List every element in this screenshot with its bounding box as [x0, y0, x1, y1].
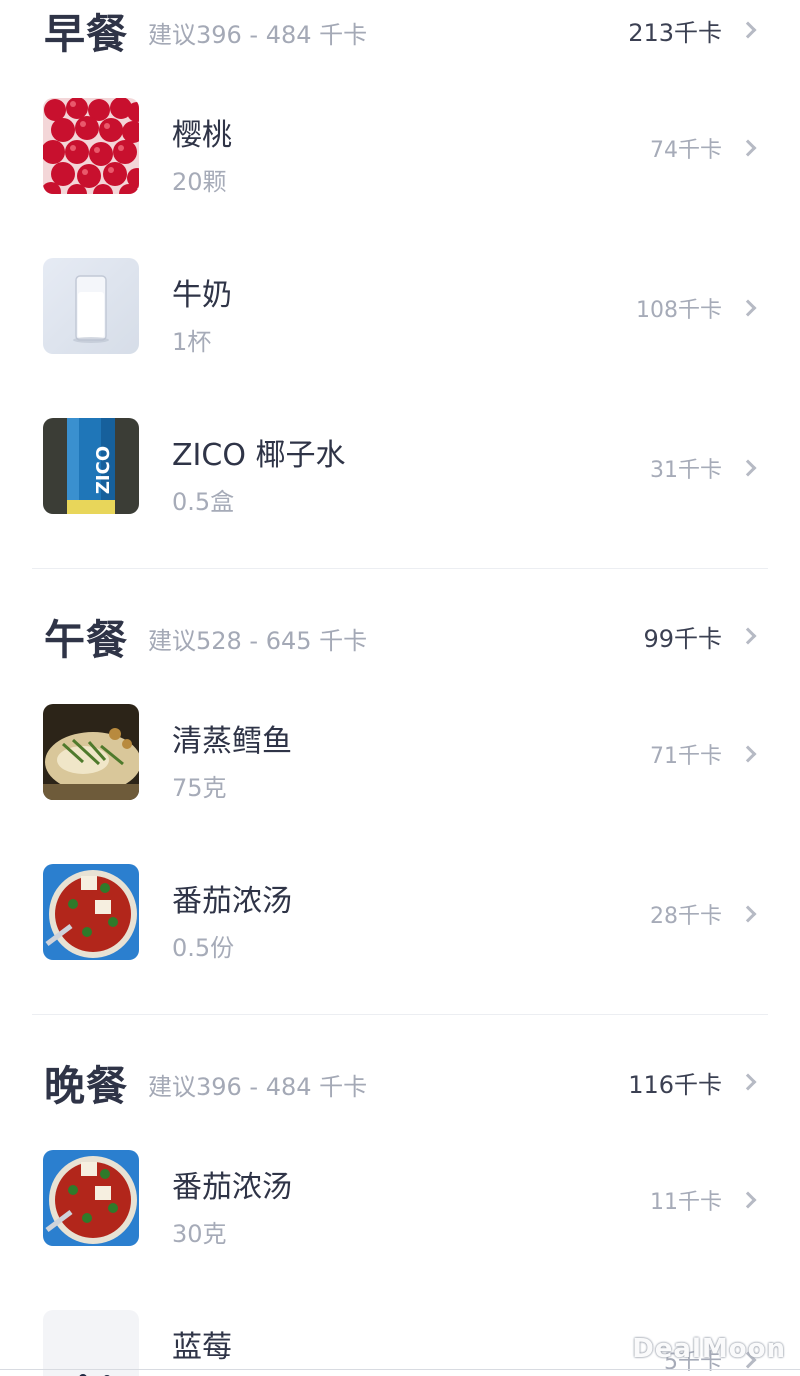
chevron-right-icon: [739, 1073, 757, 1091]
cherries-image: [43, 98, 139, 194]
food-calories: 31千卡: [650, 452, 760, 484]
section-divider: [32, 568, 768, 569]
food-name: 樱桃: [172, 118, 232, 153]
chevron-right-icon: [739, 21, 757, 39]
food-quantity: 0.5盒: [172, 488, 235, 516]
meal-title: 晚餐: [44, 1062, 128, 1110]
chevron-right-icon: [739, 1191, 757, 1209]
food-calories: 28千卡: [650, 898, 760, 930]
svg-text:ZICO: ZICO: [93, 446, 114, 494]
list-item[interactable]: ZICO ZICO 椰子水 0.5盒 31千卡: [0, 400, 800, 520]
food-calories: 74千卡: [650, 132, 760, 164]
chevron-right-icon: [739, 459, 757, 477]
tomato-soup-image: [43, 1150, 139, 1246]
meal-log-page: 早餐 建议396 - 484 千卡 213千卡 樱桃 20颗 74千卡 牛奶 1…: [0, 0, 800, 1376]
food-quantity: 1杯: [172, 328, 212, 356]
coconut-water-carton-image: ZICO: [43, 418, 139, 514]
milk-glass-image: [43, 258, 139, 354]
blueberries-image: [43, 1310, 139, 1376]
list-item[interactable]: 清蒸鳕鱼 75克 71千卡: [0, 686, 800, 806]
list-item[interactable]: 番茄浓汤 0.5份 28千卡: [0, 846, 800, 966]
food-quantity: 30克: [172, 1220, 227, 1248]
food-calories: 11千卡: [650, 1184, 760, 1216]
chevron-right-icon: [739, 745, 757, 763]
food-name: 番茄浓汤: [172, 884, 292, 919]
section-divider: [32, 1014, 768, 1015]
food-quantity: 0.5份: [172, 934, 235, 962]
food-quantity: 20颗: [172, 168, 227, 196]
bottom-divider: [0, 1369, 800, 1370]
food-calories: 71千卡: [650, 738, 760, 770]
list-item[interactable]: 番茄浓汤 30克 11千卡: [0, 1132, 800, 1252]
chevron-right-icon: [739, 299, 757, 317]
chevron-right-icon: [739, 905, 757, 923]
meal-total: 99千卡: [643, 619, 760, 654]
meal-total: 213千卡: [628, 13, 760, 48]
chevron-right-icon: [739, 139, 757, 157]
food-name: 牛奶: [172, 278, 232, 313]
meal-title: 午餐: [44, 616, 128, 664]
meal-suggested-range: 建议396 - 484 千卡: [148, 20, 368, 49]
dinner-header[interactable]: 晚餐 建议396 - 484 千卡 116千卡: [44, 1052, 760, 1112]
food-name: 清蒸鳕鱼: [172, 724, 292, 759]
meal-suggested-range: 建议396 - 484 千卡: [148, 1072, 368, 1101]
food-name: 番茄浓汤: [172, 1170, 292, 1205]
food-quantity: 75克: [172, 774, 227, 802]
meal-total: 116千卡: [628, 1065, 760, 1100]
food-name: 蓝莓: [172, 1330, 232, 1365]
watermark: DealMoon: [632, 1334, 786, 1364]
chevron-right-icon: [739, 627, 757, 645]
meal-title: 早餐: [44, 10, 128, 58]
list-item[interactable]: 樱桃 20颗 74千卡: [0, 80, 800, 200]
breakfast-header[interactable]: 早餐 建议396 - 484 千卡 213千卡: [44, 0, 760, 60]
food-name: ZICO 椰子水: [172, 438, 346, 473]
tomato-soup-image: [43, 864, 139, 960]
steamed-cod-image: [43, 704, 139, 800]
list-item[interactable]: 牛奶 1杯 108千卡: [0, 240, 800, 360]
meal-suggested-range: 建议528 - 645 千卡: [148, 626, 368, 655]
lunch-header[interactable]: 午餐 建议528 - 645 千卡 99千卡: [44, 606, 760, 666]
food-calories: 108千卡: [636, 292, 760, 324]
